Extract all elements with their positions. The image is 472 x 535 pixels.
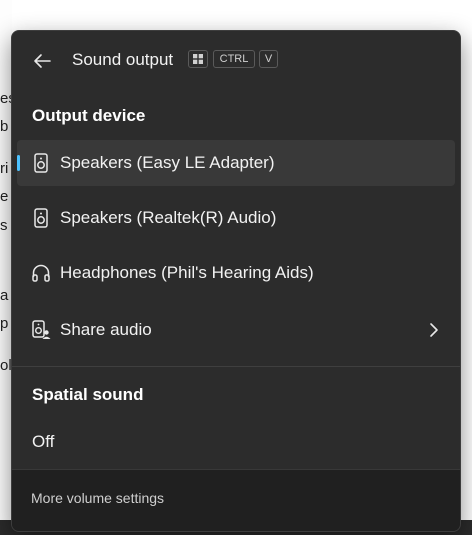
device-speakers-easy-le[interactable]: Speakers (Easy LE Adapter)	[17, 140, 455, 186]
ctrl-key: CTRL	[213, 50, 255, 68]
background-text: ri	[0, 160, 9, 177]
v-key: V	[259, 50, 278, 68]
arrow-left-icon	[34, 54, 51, 68]
device-speakers-realtek[interactable]: Speakers (Realtek(R) Audio)	[17, 195, 455, 241]
windows-key-icon	[188, 50, 208, 68]
sound-output-flyout: Sound output CTRL V Output device Speake…	[11, 30, 461, 532]
device-label: Headphones (Phil's Hearing Aids)	[60, 263, 314, 282]
share-audio-label: Share audio	[60, 320, 152, 339]
background-text: p	[0, 315, 9, 332]
share-audio-item[interactable]: Share audio	[17, 307, 455, 353]
headphones-icon	[32, 264, 50, 282]
device-headphones[interactable]: Headphones (Phil's Hearing Aids)	[17, 250, 455, 296]
chevron-right-icon	[430, 323, 438, 337]
background-text: b	[0, 118, 9, 135]
flyout-footer: More volume settings	[12, 469, 460, 531]
back-button[interactable]	[28, 47, 56, 75]
output-device-heading: Output device	[32, 106, 146, 125]
background-text: s	[0, 217, 8, 234]
flyout-header: Sound output CTRL V	[12, 31, 460, 89]
device-label: Speakers (Easy LE Adapter)	[60, 153, 275, 172]
spatial-sound-heading: Spatial sound	[32, 385, 144, 404]
more-volume-settings-link[interactable]: More volume settings	[31, 490, 164, 506]
device-label: Speakers (Realtek(R) Audio)	[60, 208, 277, 227]
background-text: a	[0, 287, 9, 304]
page-title: Sound output	[72, 50, 174, 69]
background-text: e	[0, 188, 9, 205]
section-divider	[12, 366, 460, 367]
spatial-sound-off-option[interactable]: Off	[32, 432, 54, 452]
speaker-icon	[34, 208, 48, 228]
share-audio-icon	[32, 320, 51, 339]
selection-indicator	[17, 155, 20, 171]
speaker-icon	[34, 153, 48, 173]
background-text: ol	[0, 357, 12, 374]
